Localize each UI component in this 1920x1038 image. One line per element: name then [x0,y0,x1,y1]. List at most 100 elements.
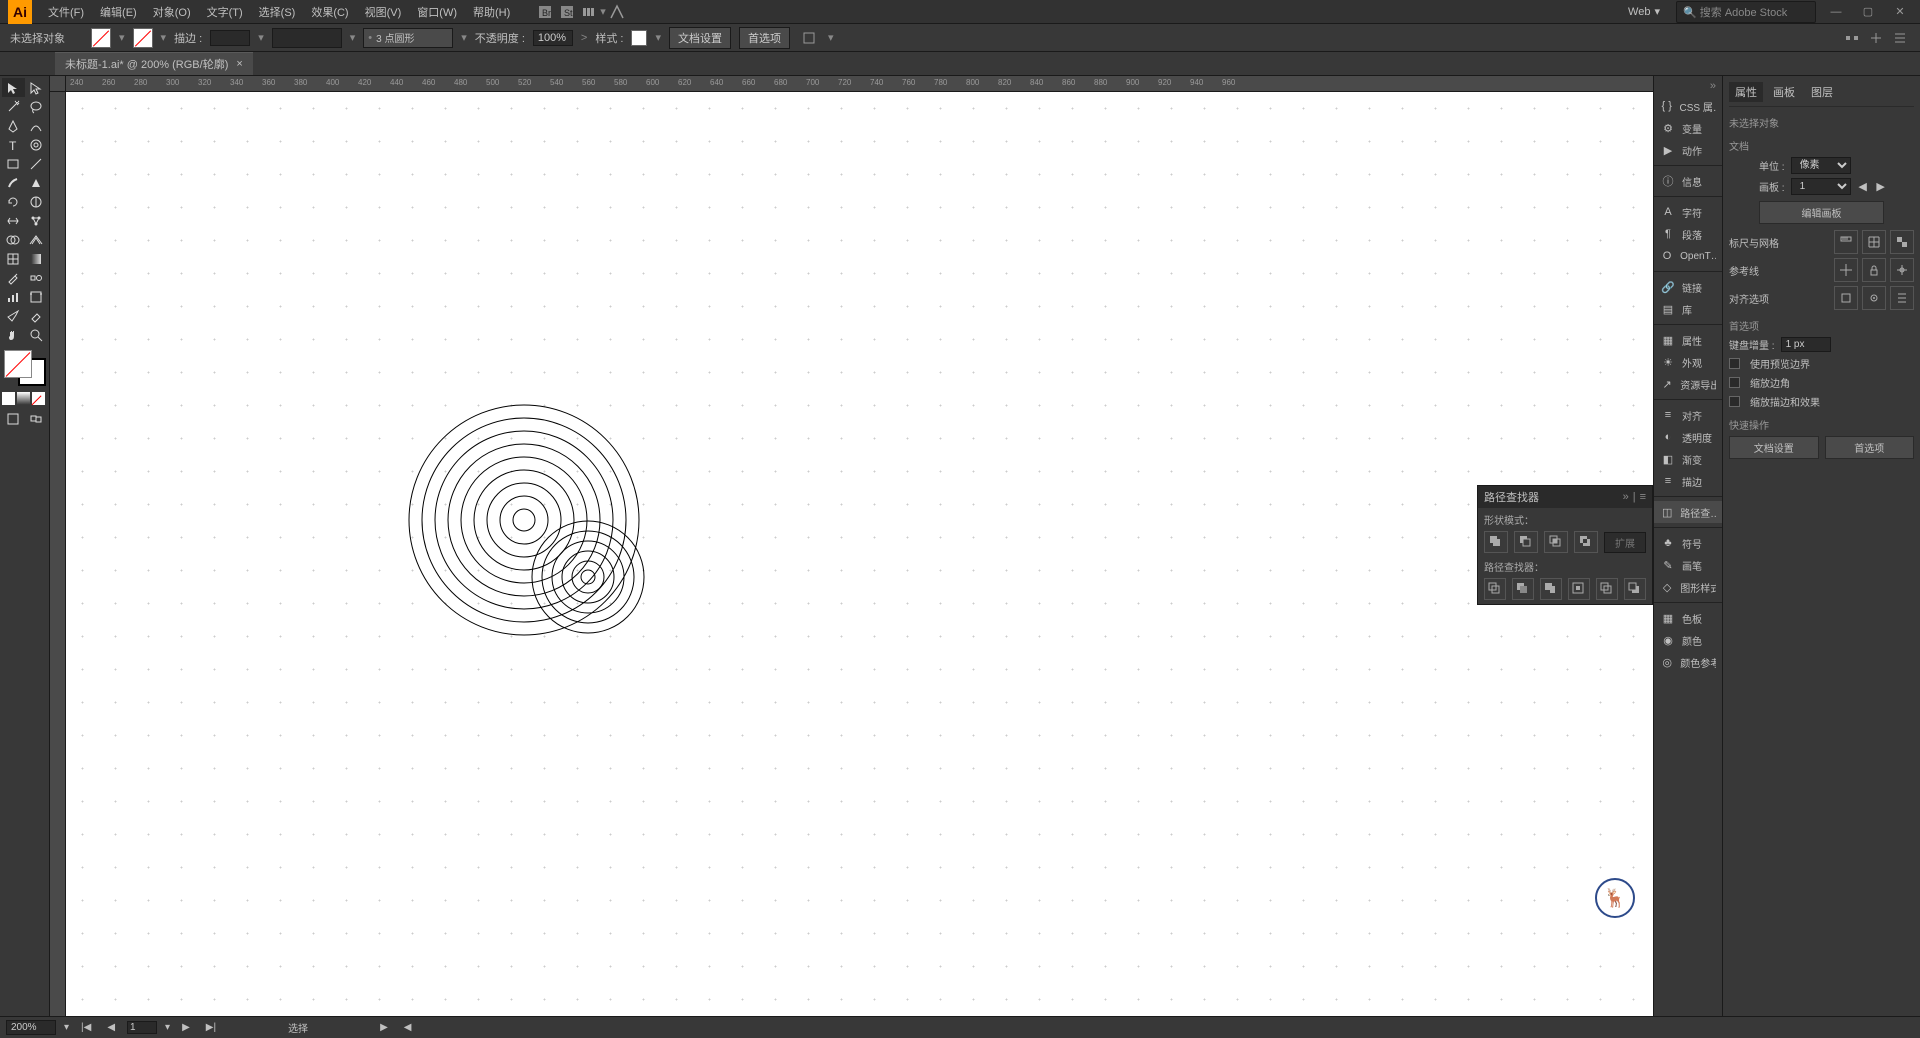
expand-button[interactable]: 扩展 [1604,532,1646,553]
panel-strip-item[interactable]: ◎颜色参考 [1654,651,1722,673]
outline-icon[interactable] [1596,578,1618,600]
snap-grid-icon[interactable] [1890,286,1914,310]
blend-tool[interactable] [25,268,48,287]
prev-artboard-icon[interactable]: ◀ [103,1022,119,1033]
menu-select[interactable]: 选择(S) [251,4,304,20]
eyedropper-tool[interactable] [2,268,25,287]
brush-definition[interactable] [272,28,342,48]
touch-type-tool[interactable] [25,135,48,154]
crop-icon[interactable] [1568,578,1590,600]
puppet-warp-tool[interactable] [25,211,48,230]
last-artboard-icon[interactable]: ▶| [202,1022,220,1033]
divide-icon[interactable] [1484,578,1506,600]
merge-icon[interactable] [1540,578,1562,600]
lasso-tool[interactable] [25,97,48,116]
document-setup-button[interactable]: 文档设置 [669,27,731,49]
minimize-icon[interactable]: — [1824,4,1848,20]
snap-point-icon[interactable] [1862,286,1886,310]
arrange-icon[interactable] [580,3,598,21]
screen-mode-switch[interactable] [25,409,48,428]
panel-strip-item[interactable]: ♣符号 [1654,532,1722,554]
gradient-tool[interactable] [25,249,48,268]
opacity-input[interactable] [533,30,573,46]
guides-lock-icon[interactable] [1862,258,1886,282]
reflect-tool[interactable] [25,192,48,211]
unit-select[interactable]: 像素 [1791,157,1851,174]
shape-builder-tool[interactable] [2,230,25,249]
menu-edit[interactable]: 编辑(E) [92,4,145,20]
color-mode-solid[interactable] [2,392,15,405]
trim-icon[interactable] [1512,578,1534,600]
preview-bounds-checkbox[interactable] [1729,358,1740,369]
transparency-grid-icon[interactable] [1890,230,1914,254]
minus-back-icon[interactable] [1624,578,1646,600]
stroke-swatch[interactable] [133,28,153,48]
ruler-origin[interactable] [50,76,66,92]
panel-strip-item[interactable]: ⓘ信息 [1654,170,1722,192]
stroke-profile[interactable]: •3 点圆形 [363,28,453,48]
search-stock[interactable]: 🔍 搜索 Adobe Stock [1676,1,1816,23]
first-artboard-icon[interactable]: |◀ [77,1022,95,1033]
eraser-tool[interactable] [25,306,48,325]
pen-tool[interactable] [2,116,25,135]
artboard-nav-input[interactable] [127,1021,157,1034]
next-artboard-icon[interactable]: ▶ [1875,180,1887,193]
close-icon[interactable]: ✕ [1888,4,1912,20]
mesh-tool[interactable] [2,249,25,268]
menu-window[interactable]: 窗口(W) [409,4,465,20]
rectangle-tool[interactable] [2,154,25,173]
direct-selection-tool[interactable] [25,78,48,97]
menu-view[interactable]: 视图(V) [357,4,410,20]
bridge-icon[interactable]: Br [536,3,554,21]
line-tool[interactable] [25,154,48,173]
panel-strip-item[interactable]: ▶动作 [1654,139,1722,161]
canvas[interactable]: 2402602803003203403603804004204404604805… [50,76,1653,1016]
list-icon[interactable] [1890,28,1910,48]
exclude-icon[interactable] [1574,531,1598,553]
menu-help[interactable]: 帮助(H) [465,4,518,20]
menu-file[interactable]: 文件(F) [40,4,92,20]
type-tool[interactable]: T [2,135,25,154]
curvature-tool[interactable] [25,116,48,135]
panel-strip-item[interactable]: ✎画笔 [1654,554,1722,576]
key-increment-input[interactable] [1781,337,1831,352]
stroke-weight-input[interactable] [210,30,250,46]
panel-strip-item[interactable]: ▦色板 [1654,607,1722,629]
menu-effect[interactable]: 效果(C) [303,4,356,20]
screen-mode-normal[interactable] [2,409,25,428]
align-panel-icon[interactable] [1842,28,1862,48]
reveal-icon[interactable]: ▶ [376,1022,392,1033]
width-tool[interactable] [2,211,25,230]
minus-front-icon[interactable] [1514,531,1538,553]
panel-strip-item[interactable]: ↗资源导出 [1654,373,1722,395]
stock-icon[interactable]: St [558,3,576,21]
color-mode-none[interactable] [32,392,45,405]
artboard[interactable] [66,92,1653,1016]
shaper-tool[interactable] [25,173,48,192]
panel-strip-item[interactable]: ◫路径查… [1654,501,1722,523]
panel-strip-item[interactable]: { }CSS 属… [1654,95,1722,117]
transform-panel-icon[interactable] [800,29,818,47]
slice-tool[interactable] [2,306,25,325]
grid-icon[interactable] [1862,230,1886,254]
collapse-dock-icon[interactable]: » [1654,80,1722,95]
selection-tool[interactable] [2,78,25,97]
zoom-tool[interactable] [25,325,48,344]
panel-strip-item[interactable]: ◧渐变 [1654,448,1722,470]
ruler-horizontal[interactable]: 2402602803003203403603804004204404604805… [66,76,1653,92]
panel-strip-item[interactable]: ▦属性 [1654,329,1722,351]
tab-artboards[interactable]: 画板 [1767,82,1801,102]
panel-strip-item[interactable]: ☀外观 [1654,351,1722,373]
scale-strokes-checkbox[interactable] [1729,396,1740,407]
fill-swatch[interactable] [91,28,111,48]
panel-strip-item[interactable]: ◉颜色 [1654,629,1722,651]
zoom-input[interactable] [6,1020,56,1035]
rotate-tool[interactable] [2,192,25,211]
fill-stroke-indicator[interactable] [2,348,48,388]
panel-strip-item[interactable]: ▤库 [1654,298,1722,320]
panel-strip-item[interactable]: 🔗链接 [1654,276,1722,298]
perspective-grid-tool[interactable] [25,230,48,249]
tab-close-icon[interactable]: × [236,58,242,70]
panel-strip-item[interactable]: ◇图形样式 [1654,576,1722,598]
unite-icon[interactable] [1484,531,1508,553]
